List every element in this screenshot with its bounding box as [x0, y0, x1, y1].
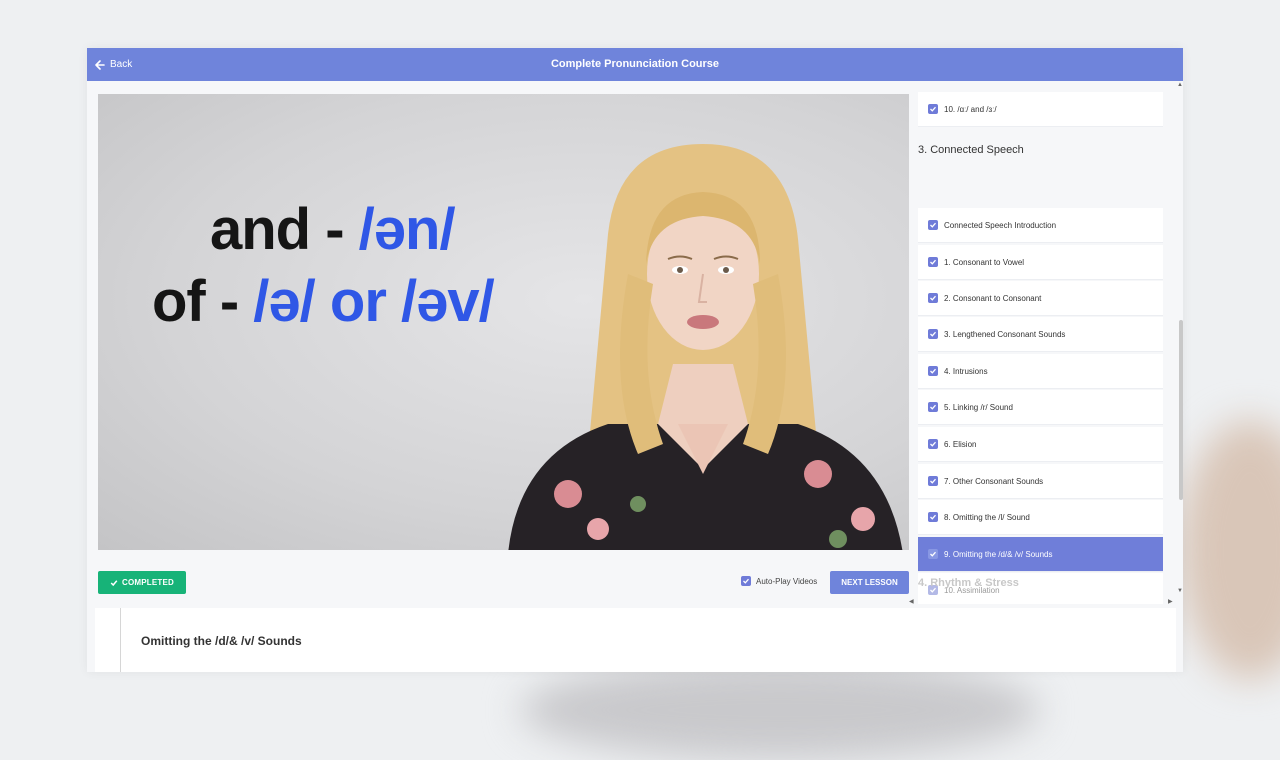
- check-icon: [743, 578, 749, 584]
- autoplay-label: Auto-Play Videos: [756, 576, 818, 586]
- caption-word: and -: [210, 197, 359, 262]
- check-icon: [928, 366, 938, 376]
- lesson-label: 4. Intrusions: [944, 366, 988, 376]
- lesson-item[interactable]: 1. Consonant to Vowel: [918, 245, 1163, 280]
- scroll-right-arrow-icon[interactable]: ▶: [1168, 598, 1173, 605]
- scroll-down-arrow-icon[interactable]: ▼: [1177, 588, 1183, 594]
- lesson-label: 10. /ɑː/ and /ɜː/: [944, 104, 997, 114]
- caption-phonetic: /ə/ or /əv/: [253, 269, 494, 334]
- next-lesson-button[interactable]: NEXT LESSON: [830, 571, 909, 594]
- check-icon: [928, 220, 938, 230]
- lesson-item[interactable]: 4. Intrusions: [918, 354, 1163, 389]
- lesson-item[interactable]: Connected Speech Introduction: [918, 208, 1163, 243]
- lesson-item[interactable]: 6. Elision: [918, 427, 1163, 462]
- check-icon: [928, 476, 938, 486]
- section-heading: 4. Rhythm & Stress: [918, 577, 1019, 589]
- back-label: Back: [110, 59, 133, 70]
- lesson-label: 1. Consonant to Vowel: [944, 257, 1025, 267]
- lesson-label: 3. Lengthened Consonant Sounds: [944, 329, 1066, 339]
- autoplay-checkbox[interactable]: [741, 576, 751, 586]
- check-icon: [928, 439, 938, 449]
- divider: [120, 608, 121, 672]
- lesson-label: 8. Omitting the /l/ Sound: [944, 512, 1030, 522]
- completed-button[interactable]: COMPLETED: [98, 571, 187, 594]
- lesson-label: 2. Consonant to Consonant: [944, 293, 1042, 303]
- section-heading: 3. Connected Speech: [918, 144, 1024, 156]
- completed-label: COMPLETED: [122, 578, 175, 587]
- lesson-item-active[interactable]: 9. Omitting the /d/& /v/ Sounds: [918, 537, 1163, 572]
- check-icon: [928, 329, 938, 339]
- lesson-item[interactable]: 3. Lengthened Consonant Sounds: [918, 317, 1163, 352]
- caption-line-2: of - /ə/ or /əv/: [152, 268, 495, 335]
- lesson-label: 9. Omitting the /d/& /v/ Sounds: [944, 549, 1053, 559]
- top-bar: Back Complete Pronunciation Course: [87, 48, 1183, 81]
- scroll-left-arrow-icon[interactable]: ◀: [909, 598, 914, 605]
- lesson-label: 6. Elision: [944, 439, 977, 449]
- background-blur-bottom: [520, 660, 1040, 760]
- lesson-item[interactable]: 8. Omitting the /l/ Sound: [918, 500, 1163, 535]
- lesson-item[interactable]: 7. Other Consonant Sounds: [918, 464, 1163, 499]
- caption-word: of -: [152, 269, 254, 334]
- lesson-sidebar: 10. /ɑː/ and /ɜː/ 3. Connected Speech Co…: [918, 84, 1164, 604]
- lesson-item[interactable]: 10. /ɑː/ and /ɜː/: [918, 92, 1163, 127]
- course-title: Complete Pronunciation Course: [550, 58, 720, 70]
- presenter-illustration: [508, 144, 903, 550]
- video-player[interactable]: and - /ən/ of - /ə/ or /əv/: [98, 94, 909, 550]
- caption-line-1: and - /ən/: [210, 196, 456, 263]
- lesson-label: 7. Other Consonant Sounds: [944, 476, 1044, 486]
- autoplay-toggle[interactable]: Auto-Play Videos: [741, 576, 817, 586]
- check-icon: [928, 104, 938, 114]
- background-blur: [1180, 420, 1280, 680]
- lesson-label: Connected Speech Introduction: [944, 220, 1057, 230]
- lesson-item[interactable]: 5. Linking /r/ Sound: [918, 390, 1163, 425]
- check-icon: [928, 549, 938, 559]
- course-player-window: Back Complete Pronunciation Course and -…: [87, 48, 1183, 672]
- check-icon: [928, 293, 938, 303]
- lesson-title: Omitting the /d/& /v/ Sounds: [141, 634, 302, 648]
- check-icon: [110, 579, 118, 586]
- check-icon: [928, 402, 938, 412]
- arrow-left-icon: [95, 59, 105, 70]
- back-button[interactable]: Back: [95, 48, 132, 81]
- check-icon: [928, 512, 938, 522]
- lesson-item[interactable]: 2. Consonant to Consonant: [918, 281, 1163, 316]
- caption-phonetic: /ən/: [358, 197, 456, 262]
- scroll-up-arrow-icon[interactable]: ▲: [1177, 82, 1183, 88]
- lesson-description-panel: Omitting the /d/& /v/ Sounds: [95, 608, 1176, 672]
- lesson-label: 5. Linking /r/ Sound: [944, 402, 1013, 412]
- sidebar-scroll-thumb[interactable]: [1179, 320, 1183, 500]
- check-icon: [928, 257, 938, 267]
